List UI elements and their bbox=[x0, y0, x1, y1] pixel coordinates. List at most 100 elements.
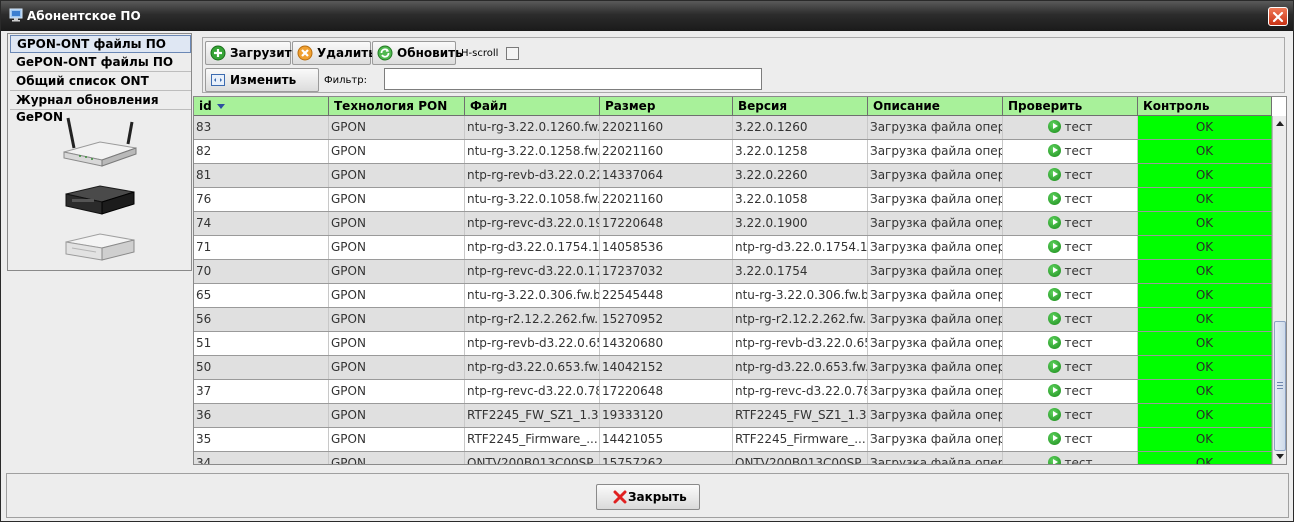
table-row[interactable]: 56GPONntp-rg-r2.12.2.262.fw.b...15270952… bbox=[194, 308, 1272, 332]
cell-file: ntp-rg-revb-d3.22.0.65... bbox=[465, 332, 600, 355]
cell-size: 22021160 bbox=[600, 116, 733, 139]
table-row[interactable]: 36 GPON RTF2245_FW_SZ1_1.3 19333120 RTF2245_… bbox=[194, 404, 1272, 428]
refresh-button-label: Обновить bbox=[397, 46, 463, 60]
vertical-scrollbar[interactable] bbox=[1272, 116, 1286, 464]
play-icon bbox=[1047, 168, 1061, 181]
play-icon bbox=[1047, 360, 1061, 373]
test-button[interactable]: тест bbox=[1003, 260, 1138, 283]
table-row[interactable]: 34 GPON ONTV200B013C00SP... 15757262 ONTV200… bbox=[194, 452, 1272, 465]
filter-input[interactable] bbox=[384, 68, 762, 90]
table-header: id Технология PON Файл Размер Версия Описание… bbox=[194, 97, 1272, 116]
edit-fields-icon bbox=[211, 74, 225, 86]
status-ok-cell: OK bbox=[1138, 236, 1272, 259]
column-header-size[interactable]: Размер bbox=[600, 97, 733, 116]
cell-version: 3.22.0.1754 bbox=[733, 260, 868, 283]
scrollbar-thumb[interactable] bbox=[1274, 321, 1286, 451]
edit-fields-button[interactable]: Изменить поля bbox=[205, 68, 319, 109]
sort-descending-icon bbox=[216, 104, 225, 109]
test-button[interactable]: тест bbox=[1003, 116, 1138, 139]
table-row[interactable]: 83 GPON ntu-rg-3.22.0.1260.fw.... 22021160 3… bbox=[194, 116, 1272, 140]
test-button[interactable]: тест bbox=[1003, 404, 1138, 427]
cell-version: ntp-rg-r2.12.2.262.fw.b... bbox=[733, 308, 868, 331]
column-header-label: Контроль bbox=[1143, 99, 1210, 113]
refresh-button[interactable]: Обновить bbox=[372, 41, 463, 65]
cell-pon-technology: GPON bbox=[329, 140, 465, 163]
cell-description: Загрузка файла опер... bbox=[868, 188, 1003, 211]
status-ok-cell: OK bbox=[1138, 404, 1272, 427]
sidebar-item-gepon-update-log[interactable]: Журнал обновления GePON bbox=[10, 92, 191, 124]
window-title: Абонентское ПО bbox=[27, 9, 141, 23]
play-icon bbox=[1047, 264, 1061, 277]
test-button[interactable]: тест bbox=[1003, 356, 1138, 379]
upload-button[interactable]: Загрузить bbox=[205, 41, 299, 65]
play-icon bbox=[1047, 384, 1061, 397]
cell-size: 17237032 bbox=[600, 260, 733, 283]
column-header-version[interactable]: Версия bbox=[733, 97, 868, 116]
cell-file: RTF2245_FW_SZ1_1.3 bbox=[465, 404, 600, 427]
test-button[interactable]: тест bbox=[1003, 380, 1138, 403]
sidebar-item-gpon-ont-files[interactable]: GPON-ONT файлы ПО bbox=[10, 35, 191, 53]
app-window: Абонентское ПО GPON-ONT файлы ПО GePON-O… bbox=[0, 0, 1294, 522]
test-button[interactable]: тест bbox=[1003, 212, 1138, 235]
scroll-up-icon[interactable] bbox=[1274, 118, 1286, 130]
cell-file: ntp-rg-revc-d3.22.0.78... bbox=[465, 380, 600, 403]
column-header-pon-technology[interactable]: Технология PON bbox=[329, 97, 465, 116]
status-ok-cell: OK bbox=[1138, 116, 1272, 139]
filter-label: Фильтр: bbox=[324, 75, 367, 86]
table-body: 83 GPON ntu-rg-3.22.0.1260.fw.... 22021160 3… bbox=[194, 116, 1272, 465]
cell-pon-technology: GPON bbox=[329, 188, 465, 211]
test-button-label: тест bbox=[1064, 456, 1093, 465]
cell-pon-technology: GPON bbox=[329, 356, 465, 379]
app-window-icon bbox=[9, 8, 23, 22]
sidebar-item-gepon-ont-files[interactable]: GePON-ONT файлы ПО bbox=[10, 54, 191, 72]
table-row[interactable]: 50 GPON ntp-rg-d3.22.0.653.fw.... 14042152 n… bbox=[194, 356, 1272, 380]
cell-pon-technology: GPON bbox=[329, 380, 465, 403]
test-button-label: тест bbox=[1064, 144, 1093, 158]
table-row[interactable]: 35 GPON RTF2245_Firmware_... 14421055 RTF224… bbox=[194, 428, 1272, 452]
column-header-id[interactable]: id bbox=[194, 97, 329, 116]
column-header-check[interactable]: Проверить bbox=[1003, 97, 1138, 116]
test-button[interactable]: тест bbox=[1003, 308, 1138, 331]
test-button-label: тест bbox=[1064, 432, 1093, 446]
table-row[interactable]: 70 GPON ntp-rg-revc-d3.22.0.17... 17237032 3… bbox=[194, 260, 1272, 284]
delete-button[interactable]: Удалить bbox=[292, 41, 376, 65]
test-button[interactable]: тест bbox=[1003, 164, 1138, 187]
title-bar[interactable]: Абонентское ПО bbox=[1, 1, 1293, 31]
table-row[interactable]: 65 GPON ntu-rg-3.22.0.306.fw.bin 22545448 nt… bbox=[194, 284, 1272, 308]
cell-version: 3.22.0.2260 bbox=[733, 164, 868, 187]
status-ok-cell: OK bbox=[1138, 380, 1272, 403]
table-row[interactable]: 81GPONntp-rg-revb-d3.22.0.22...143370643… bbox=[194, 164, 1272, 188]
table-row[interactable]: 51GPONntp-rg-revb-d3.22.0.65...14320680n… bbox=[194, 332, 1272, 356]
test-button[interactable]: тест bbox=[1003, 332, 1138, 355]
table-row[interactable]: 76 GPON ntu-rg-3.22.0.1058.fw.... 22021160 3… bbox=[194, 188, 1272, 212]
cell-version: ntu-rg-3.22.0.306.fw.bin bbox=[733, 284, 868, 307]
column-header-label: Описание bbox=[873, 99, 940, 113]
sidebar-item-ont-list[interactable]: Общий список ONT bbox=[10, 73, 191, 91]
cell-size: 17220648 bbox=[600, 380, 733, 403]
scroll-down-icon[interactable] bbox=[1274, 450, 1286, 462]
firmware-table: id Технология PON Файл Размер Версия Описание… bbox=[193, 96, 1287, 465]
column-header-control[interactable]: Контроль bbox=[1138, 97, 1272, 116]
play-icon bbox=[1047, 144, 1061, 157]
test-button[interactable]: тест bbox=[1003, 284, 1138, 307]
column-header-file[interactable]: Файл bbox=[465, 97, 600, 116]
test-button[interactable]: тест bbox=[1003, 452, 1138, 465]
hscroll-checkbox[interactable] bbox=[506, 47, 519, 60]
table-row[interactable]: 74 GPON ntp-rg-revc-d3.22.0.19... 17220648 3… bbox=[194, 212, 1272, 236]
test-button[interactable]: тест bbox=[1003, 236, 1138, 259]
play-icon bbox=[1047, 336, 1061, 349]
play-icon bbox=[1047, 216, 1061, 229]
table-row[interactable]: 82 GPON ntu-rg-3.22.0.1258.fw.... 22021160 3… bbox=[194, 140, 1272, 164]
test-button[interactable]: тест bbox=[1003, 188, 1138, 211]
delete-icon bbox=[297, 45, 313, 61]
close-button-label: Закрыть bbox=[628, 490, 687, 504]
status-ok-cell: OK bbox=[1138, 356, 1272, 379]
table-row[interactable]: 71 GPON ntp-rg-d3.22.0.1754.1... 14058536 nt… bbox=[194, 236, 1272, 260]
table-row[interactable]: 37 GPON ntp-rg-revc-d3.22.0.78... 17220648 n… bbox=[194, 380, 1272, 404]
column-header-description[interactable]: Описание bbox=[868, 97, 1003, 116]
window-close-button[interactable] bbox=[1268, 7, 1288, 26]
test-button[interactable]: тест bbox=[1003, 140, 1138, 163]
test-button[interactable]: тест bbox=[1003, 428, 1138, 451]
router-with-antennas-image bbox=[63, 117, 137, 167]
close-button[interactable]: Закрыть bbox=[596, 484, 700, 510]
